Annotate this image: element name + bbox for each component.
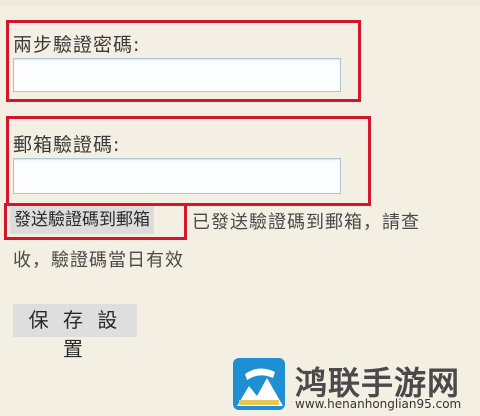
watermark-url: www.henanhonglian95.com	[295, 397, 462, 411]
status-text-line-1: 已發送驗證碼到郵箱，請查	[192, 212, 420, 233]
logo-icon	[233, 358, 285, 410]
status-text-line-2: 收，驗證碼當日有效	[13, 250, 184, 271]
save-settings-button[interactable]: 保 存 設 置	[13, 304, 137, 361]
email-code-label: 郵箱驗證碼:	[13, 134, 121, 156]
two-step-password-label: 兩步驗證密碼:	[13, 34, 141, 56]
two-step-password-input[interactable]	[13, 58, 341, 92]
send-code-button[interactable]: 發送驗證碼到郵箱	[10, 206, 154, 234]
email-code-input[interactable]	[13, 158, 341, 194]
top-strip	[0, 0, 480, 6]
watermark: 鸿联手游网 www.henanhonglian95.com	[229, 354, 480, 416]
